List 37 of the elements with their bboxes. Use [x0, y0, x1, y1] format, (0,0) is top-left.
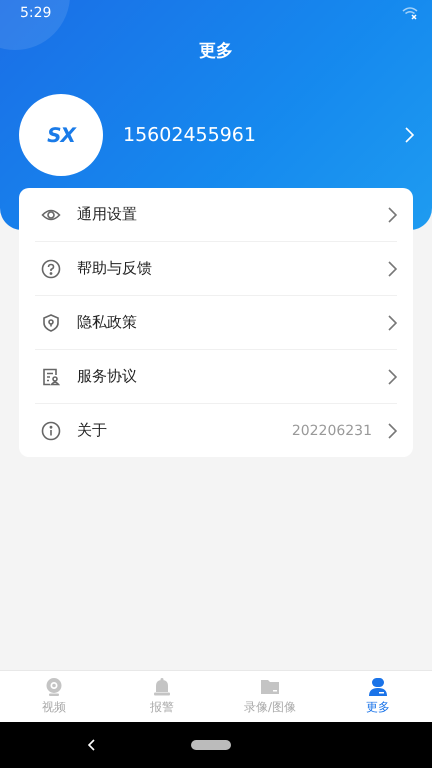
nav-tab[interactable]: 视频 — [0, 671, 108, 722]
chevron-icon — [388, 368, 397, 384]
nav-tab[interactable]: 报警 — [108, 671, 216, 722]
logo: SX — [47, 123, 75, 147]
chevron-icon — [388, 422, 397, 438]
info-icon — [41, 420, 61, 440]
shield-icon — [41, 312, 61, 332]
chevron-icon — [388, 314, 397, 330]
back-icon[interactable] — [88, 739, 95, 751]
menu-label: 关于 — [77, 421, 108, 440]
wifi-off-icon — [402, 6, 418, 20]
document-icon — [41, 366, 61, 386]
menu-label: 通用设置 — [77, 205, 138, 224]
chevron-icon — [405, 127, 414, 143]
home-handle[interactable] — [191, 740, 231, 750]
status-time: 5:29 — [20, 5, 52, 21]
nav-tab[interactable]: 录像/图像 — [216, 671, 324, 722]
menu-label: 帮助与反馈 — [77, 259, 153, 278]
help-icon — [41, 258, 61, 278]
menu-item[interactable]: 帮助与反馈 — [35, 242, 397, 296]
nav-tab[interactable]: 更多 — [324, 671, 432, 722]
menu-item[interactable]: 关于 202206231 — [35, 404, 397, 457]
phone-number[interactable]: 15602455961 — [123, 124, 385, 146]
page-title: 更多 — [198, 40, 234, 62]
version-number: 202206231 — [292, 422, 372, 438]
menu-item[interactable]: 隐私政策 — [35, 296, 397, 350]
menu-item[interactable]: 服务协议 — [35, 350, 397, 404]
user-icon — [368, 677, 388, 697]
chevron-icon — [388, 206, 397, 222]
webcam-icon — [44, 677, 64, 697]
chevron-icon — [388, 260, 397, 276]
bell-icon — [152, 677, 172, 697]
menu-item[interactable]: 通用设置 — [35, 188, 397, 242]
menu-label: 服务协议 — [77, 367, 138, 386]
folder-icon — [260, 677, 280, 697]
menu-label: 隐私政策 — [77, 313, 138, 332]
avatar[interactable]: SX — [19, 94, 103, 176]
